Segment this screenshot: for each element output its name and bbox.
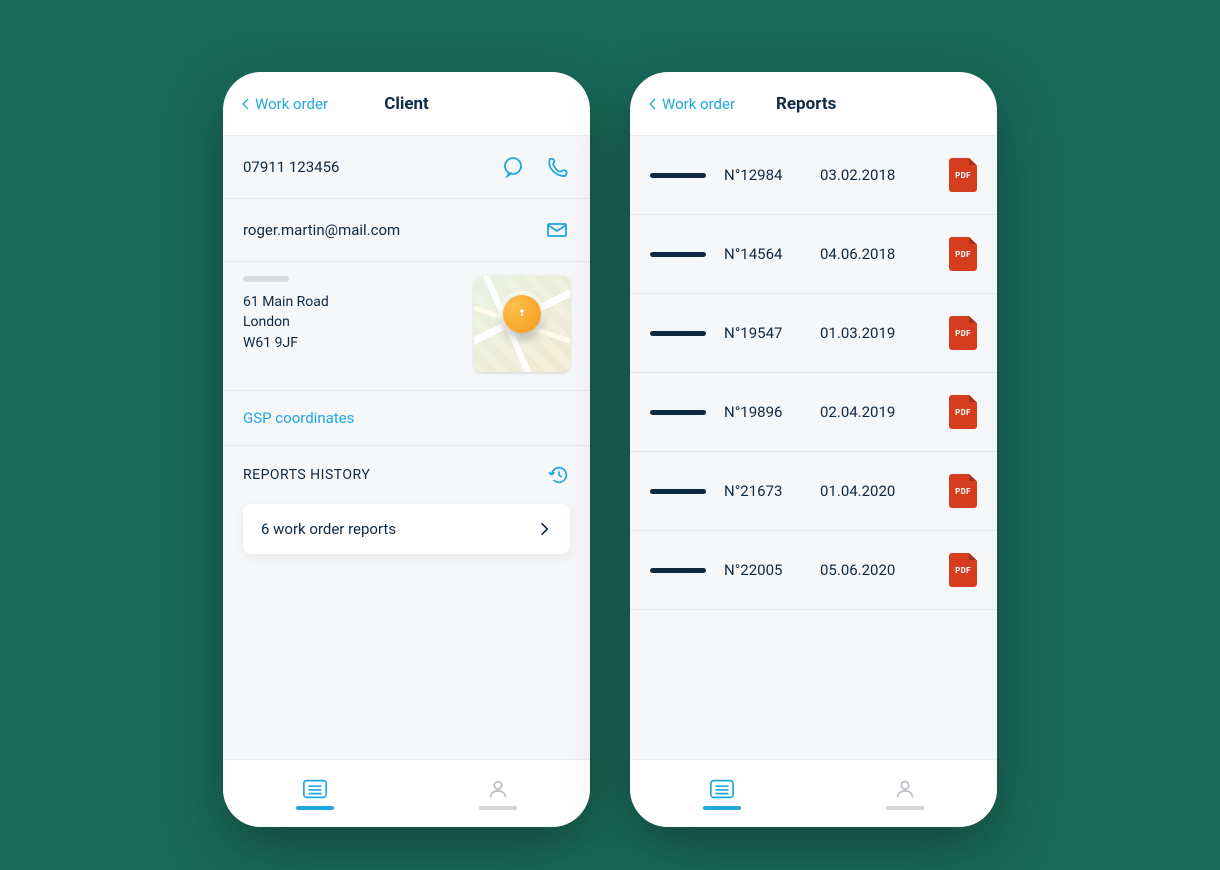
pdf-download-button[interactable]: PDF bbox=[949, 237, 977, 271]
address-text: 61 Main Road London W61 9JF bbox=[243, 276, 458, 353]
report-row[interactable]: N°14564 04.06.2018 PDF bbox=[630, 215, 997, 294]
tab-list[interactable] bbox=[630, 760, 814, 827]
report-number: N°14564 bbox=[724, 245, 802, 263]
back-label: Work order bbox=[662, 95, 735, 113]
report-title-placeholder bbox=[650, 252, 706, 257]
header: Work order Reports bbox=[630, 72, 997, 136]
history-icon bbox=[548, 464, 570, 486]
chevron-left-icon bbox=[646, 97, 660, 111]
report-title-placeholder bbox=[650, 489, 706, 494]
page-title: Reports bbox=[776, 94, 836, 114]
gps-coordinates-link[interactable]: GSP coordinates bbox=[223, 391, 590, 446]
reports-screen: Work order Reports N°1298403.02.2018PDFN… bbox=[630, 72, 997, 827]
tab-profile[interactable] bbox=[407, 760, 591, 827]
report-row[interactable]: N°21673 01.04.2020 PDF bbox=[630, 452, 997, 531]
report-number: N°19547 bbox=[724, 324, 802, 342]
address-line3: W61 9JF bbox=[243, 333, 458, 353]
address-row: 61 Main Road London W61 9JF bbox=[223, 262, 590, 391]
message-icon bbox=[501, 155, 525, 179]
email-button[interactable] bbox=[544, 217, 570, 243]
report-title-placeholder bbox=[650, 410, 706, 415]
email-row: roger.martin@mail.com bbox=[223, 199, 590, 262]
list-icon bbox=[709, 778, 735, 800]
report-row[interactable]: N°22005 05.06.2020 PDF bbox=[630, 531, 997, 610]
phone-icon bbox=[545, 155, 569, 179]
reports-history-header: REPORTS HISTORY bbox=[223, 446, 590, 504]
report-number: N°22005 bbox=[724, 561, 802, 579]
report-row[interactable]: N°19896 02.04.2019 PDF bbox=[630, 373, 997, 452]
tab-underline bbox=[296, 806, 334, 810]
tab-profile[interactable] bbox=[814, 760, 998, 827]
tab-underline bbox=[886, 806, 924, 810]
address-line1: 61 Main Road bbox=[243, 292, 458, 312]
report-number: N°12984 bbox=[724, 166, 802, 184]
pdf-download-button[interactable]: PDF bbox=[949, 395, 977, 429]
list-icon bbox=[302, 778, 328, 800]
chevron-left-icon bbox=[239, 97, 253, 111]
pdf-download-button[interactable]: PDF bbox=[949, 316, 977, 350]
header: Work order Client bbox=[223, 72, 590, 136]
report-title-placeholder bbox=[650, 173, 706, 178]
report-title-placeholder bbox=[650, 331, 706, 336]
map-pin-icon bbox=[503, 295, 541, 333]
reports-history-label: REPORTS HISTORY bbox=[243, 467, 548, 483]
report-row[interactable]: N°12984 03.02.2018 PDF bbox=[630, 136, 997, 215]
page-title: Client bbox=[384, 94, 429, 114]
profile-icon bbox=[485, 778, 511, 800]
report-date: 01.03.2019 bbox=[820, 324, 912, 342]
report-row[interactable]: N°19547 01.03.2019 PDF bbox=[630, 294, 997, 373]
mail-icon bbox=[545, 218, 569, 242]
tab-underline bbox=[703, 806, 741, 810]
address-line2: London bbox=[243, 312, 458, 332]
phone-row: 07911 123456 bbox=[223, 136, 590, 199]
report-title-placeholder bbox=[650, 568, 706, 573]
client-screen: Work order Client 07911 123456 roger.mar… bbox=[223, 72, 590, 827]
content: 07911 123456 roger.martin@mail.com 61 Ma… bbox=[223, 136, 590, 759]
report-date: 02.04.2019 bbox=[820, 403, 912, 421]
tab-bar bbox=[223, 759, 590, 827]
back-button[interactable]: Work order bbox=[646, 95, 735, 113]
pdf-download-button[interactable]: PDF bbox=[949, 553, 977, 587]
tab-bar bbox=[630, 759, 997, 827]
report-date: 03.02.2018 bbox=[820, 166, 912, 184]
tab-list[interactable] bbox=[223, 760, 407, 827]
phone-value: 07911 123456 bbox=[243, 158, 482, 176]
back-button[interactable]: Work order bbox=[239, 95, 328, 113]
reports-summary-text: 6 work order reports bbox=[261, 520, 536, 538]
profile-icon bbox=[892, 778, 918, 800]
back-label: Work order bbox=[255, 95, 328, 113]
message-button[interactable] bbox=[500, 154, 526, 180]
call-button[interactable] bbox=[544, 154, 570, 180]
tab-underline bbox=[479, 806, 517, 810]
reports-summary-button[interactable]: 6 work order reports bbox=[243, 504, 570, 554]
report-date: 04.06.2018 bbox=[820, 245, 912, 263]
pdf-download-button[interactable]: PDF bbox=[949, 158, 977, 192]
address-label-placeholder bbox=[243, 276, 289, 282]
reports-list: N°12984 03.02.2018 PDF N°14564 04.06.2018 PDF… bbox=[630, 136, 997, 759]
report-number: N°19896 bbox=[724, 403, 802, 421]
report-number: N°21673 bbox=[724, 482, 802, 500]
pdf-download-button[interactable]: PDF bbox=[949, 474, 977, 508]
chevron-right-icon bbox=[536, 521, 552, 537]
report-date: 01.04.2020 bbox=[820, 482, 912, 500]
email-value: roger.martin@mail.com bbox=[243, 221, 526, 239]
report-date: 05.06.2020 bbox=[820, 561, 912, 579]
map-thumbnail[interactable] bbox=[474, 276, 570, 372]
